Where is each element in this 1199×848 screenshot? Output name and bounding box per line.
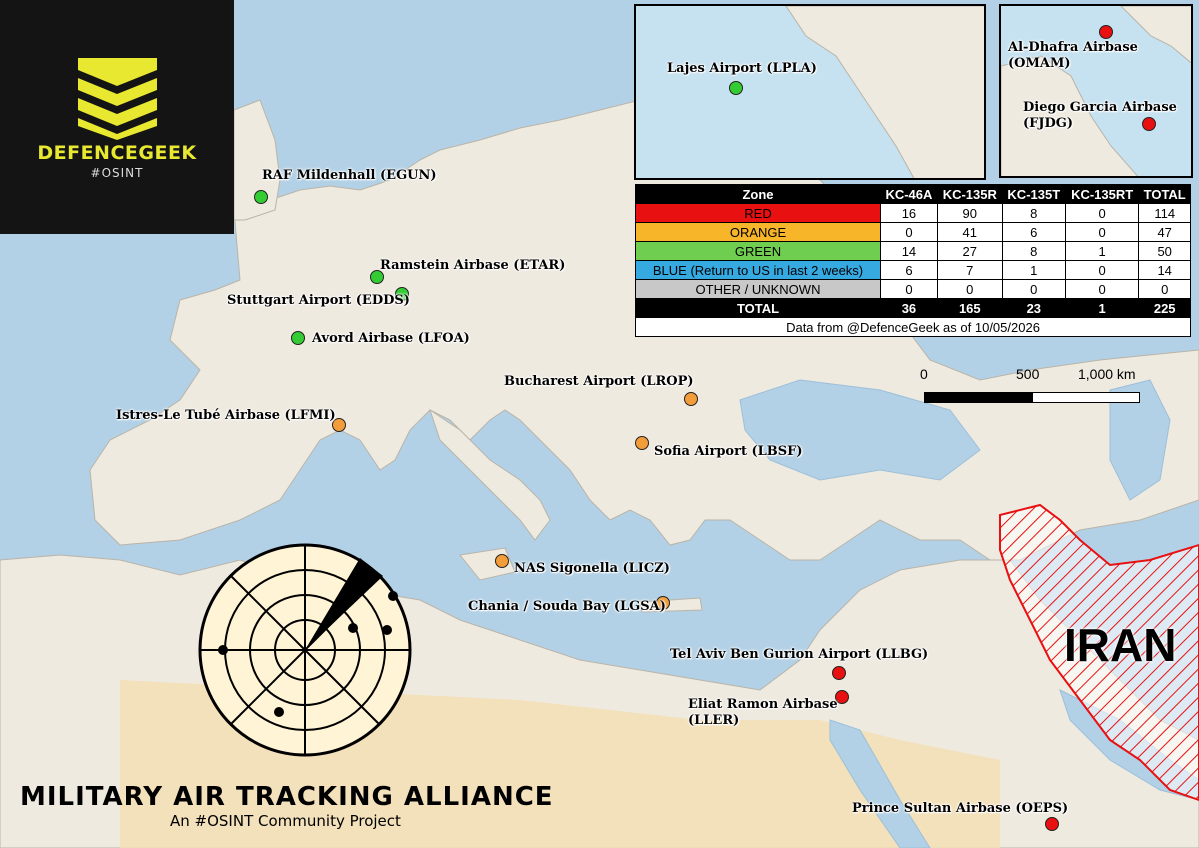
airbase-label-lbsf: Sofia Airport (LBSF) — [654, 444, 803, 459]
table-cell: 1 — [1064, 241, 1140, 261]
scale-bar-black-segment — [924, 392, 1034, 403]
chevron-logo-icon — [78, 58, 157, 140]
table-cell: 0 — [936, 279, 1003, 299]
table-cell: 114 — [1138, 203, 1191, 223]
airbase-marker-fjdg[interactable] — [1142, 117, 1156, 131]
airbase-label-llbg: Tel Aviv Ben Gurion Airport (LLBG) — [670, 647, 929, 662]
table-cell: 0 — [1138, 279, 1191, 299]
table-cell: 0 — [1064, 222, 1140, 242]
zone-cell-orange: ORANGE — [635, 222, 881, 242]
table-cell: 6 — [1001, 222, 1066, 242]
logo-title: DEFENCEGEEK — [37, 142, 197, 164]
table-cell: 165 — [936, 298, 1003, 318]
zone-cell-green: GREEN — [635, 241, 881, 261]
table-row-green: GREEN 14 27 8 1 50 — [635, 241, 1191, 261]
airbase-marker-llbg[interactable] — [832, 666, 846, 680]
table-cell: 41 — [936, 222, 1003, 242]
table-header-total: TOTAL — [1138, 184, 1191, 204]
table-header-kc135r: KC-135R — [936, 184, 1003, 204]
zone-cell-red: RED — [635, 203, 881, 223]
airbase-label-omam-line1: Al-Dhafra Airbase — [1008, 40, 1138, 55]
table-header-kc46a: KC-46A — [880, 184, 938, 204]
airbase-marker-lpla[interactable] — [729, 81, 743, 95]
table-header-row: Zone KC-46A KC-135R KC-135T KC-135RT TOT… — [635, 184, 1191, 204]
defencegeek-logo: DEFENCEGEEK #OSINT — [0, 0, 234, 234]
airbase-label-omam-line2: (OMAM) — [1008, 56, 1071, 71]
table-cell: 47 — [1138, 222, 1191, 242]
inset-map-indian-ocean: Al-Dhafra Airbase (OMAM) Diego Garcia Ai… — [999, 4, 1193, 178]
zone-summary-table: Zone KC-46A KC-135R KC-135T KC-135RT TOT… — [635, 184, 1191, 337]
airbase-label-ller-line1: Eliat Ramon Airbase — [688, 697, 838, 712]
airbase-marker-licz[interactable] — [495, 554, 509, 568]
scale-label-1000km: 1,000 km — [1078, 366, 1136, 382]
airbase-label-lpla: Lajes Airport (LPLA) — [667, 61, 817, 76]
radar-graphic — [198, 543, 412, 757]
table-cell: 14 — [1138, 260, 1191, 280]
table-cell: 1 — [1001, 260, 1066, 280]
airbase-label-lfmi: Istres-Le Tubé Airbase (LFMI) — [116, 408, 336, 423]
table-row-other: OTHER / UNKNOWN 0 0 0 0 0 — [635, 279, 1191, 299]
table-cell: 90 — [936, 203, 1003, 223]
table-row-blue: BLUE (Return to US in last 2 weeks) 6 7 … — [635, 260, 1191, 280]
airbase-label-lfoa: Avord Airbase (LFOA) — [312, 331, 470, 346]
airbase-marker-egun[interactable] — [254, 190, 268, 204]
airbase-marker-lfoa[interactable] — [291, 331, 305, 345]
scale-label-500: 500 — [1016, 366, 1040, 382]
table-cell: 225 — [1138, 298, 1191, 318]
airbase-label-lrop: Bucharest Airport (LROP) — [504, 374, 694, 389]
table-footer: Data from @DefenceGeek as of 10/05/2026 — [635, 317, 1191, 337]
zone-cell-blue: BLUE (Return to US in last 2 weeks) — [635, 260, 881, 280]
airbase-marker-omam[interactable] — [1099, 25, 1113, 39]
airbase-label-fjdg-line2: (FJDG) — [1023, 116, 1074, 131]
table-row-orange: ORANGE 0 41 6 0 47 — [635, 222, 1191, 242]
table-cell: 0 — [1064, 279, 1140, 299]
airbase-label-edds: Stuttgart Airport (EDDS) — [227, 293, 410, 308]
table-header-zone: Zone — [635, 184, 881, 204]
logo-subtitle: #OSINT — [90, 166, 144, 180]
table-row-total: TOTAL 36 165 23 1 225 — [635, 298, 1191, 318]
scale-bar-white-segment — [1032, 392, 1140, 403]
airbase-label-egun: RAF Mildenhall (EGUN) — [262, 168, 437, 183]
table-cell: 0 — [1064, 260, 1140, 280]
scale-bar: 0 500 1,000 km — [918, 366, 1148, 436]
table-header-kc135rt: KC-135RT — [1064, 184, 1140, 204]
airbase-label-licz: NAS Sigonella (LICZ) — [514, 561, 670, 576]
table-cell: 16 — [880, 203, 938, 223]
zone-cell-other: OTHER / UNKNOWN — [635, 279, 881, 299]
table-footer-row: Data from @DefenceGeek as of 10/05/2026 — [635, 317, 1191, 337]
table-cell: 8 — [1001, 241, 1066, 261]
inset-map-atlantic: Lajes Airport (LPLA) — [634, 4, 986, 180]
airbase-label-ller-line2: (LLER) — [688, 713, 740, 728]
table-cell: 1 — [1064, 298, 1140, 318]
table-cell: 7 — [936, 260, 1003, 280]
total-label-cell: TOTAL — [635, 298, 881, 318]
table-row-red: RED 16 90 8 0 114 — [635, 203, 1191, 223]
table-header-kc135t: KC-135T — [1001, 184, 1066, 204]
airbase-marker-oeps[interactable] — [1045, 817, 1059, 831]
table-cell: 27 — [936, 241, 1003, 261]
iran-region-label: IRAN — [1064, 619, 1177, 671]
table-cell: 23 — [1001, 298, 1066, 318]
table-cell: 8 — [1001, 203, 1066, 223]
table-cell: 0 — [880, 222, 938, 242]
table-cell: 36 — [880, 298, 938, 318]
inset-atlantic-land — [785, 6, 984, 178]
scale-label-0: 0 — [920, 366, 928, 382]
table-cell: 0 — [1001, 279, 1066, 299]
table-cell: 50 — [1138, 241, 1191, 261]
alliance-subtitle: An #OSINT Community Project — [170, 812, 401, 830]
table-cell: 6 — [880, 260, 938, 280]
airbase-label-fjdg-line1: Diego Garcia Airbase — [1023, 100, 1177, 115]
alliance-title: MILITARY AIR TRACKING ALLIANCE — [20, 782, 554, 812]
airbase-marker-lbsf[interactable] — [635, 436, 649, 450]
airbase-marker-lrop[interactable] — [684, 392, 698, 406]
airbase-label-etar: Ramstein Airbase (ETAR) — [380, 258, 566, 273]
airbase-label-lgsa: Chania / Souda Bay (LGSA) — [468, 599, 666, 614]
table-cell: 14 — [880, 241, 938, 261]
table-cell: 0 — [1064, 203, 1140, 223]
table-cell: 0 — [880, 279, 938, 299]
inset-indian-land — [1001, 6, 1191, 176]
airbase-label-oeps: Prince Sultan Airbase (OEPS) — [852, 801, 1069, 816]
